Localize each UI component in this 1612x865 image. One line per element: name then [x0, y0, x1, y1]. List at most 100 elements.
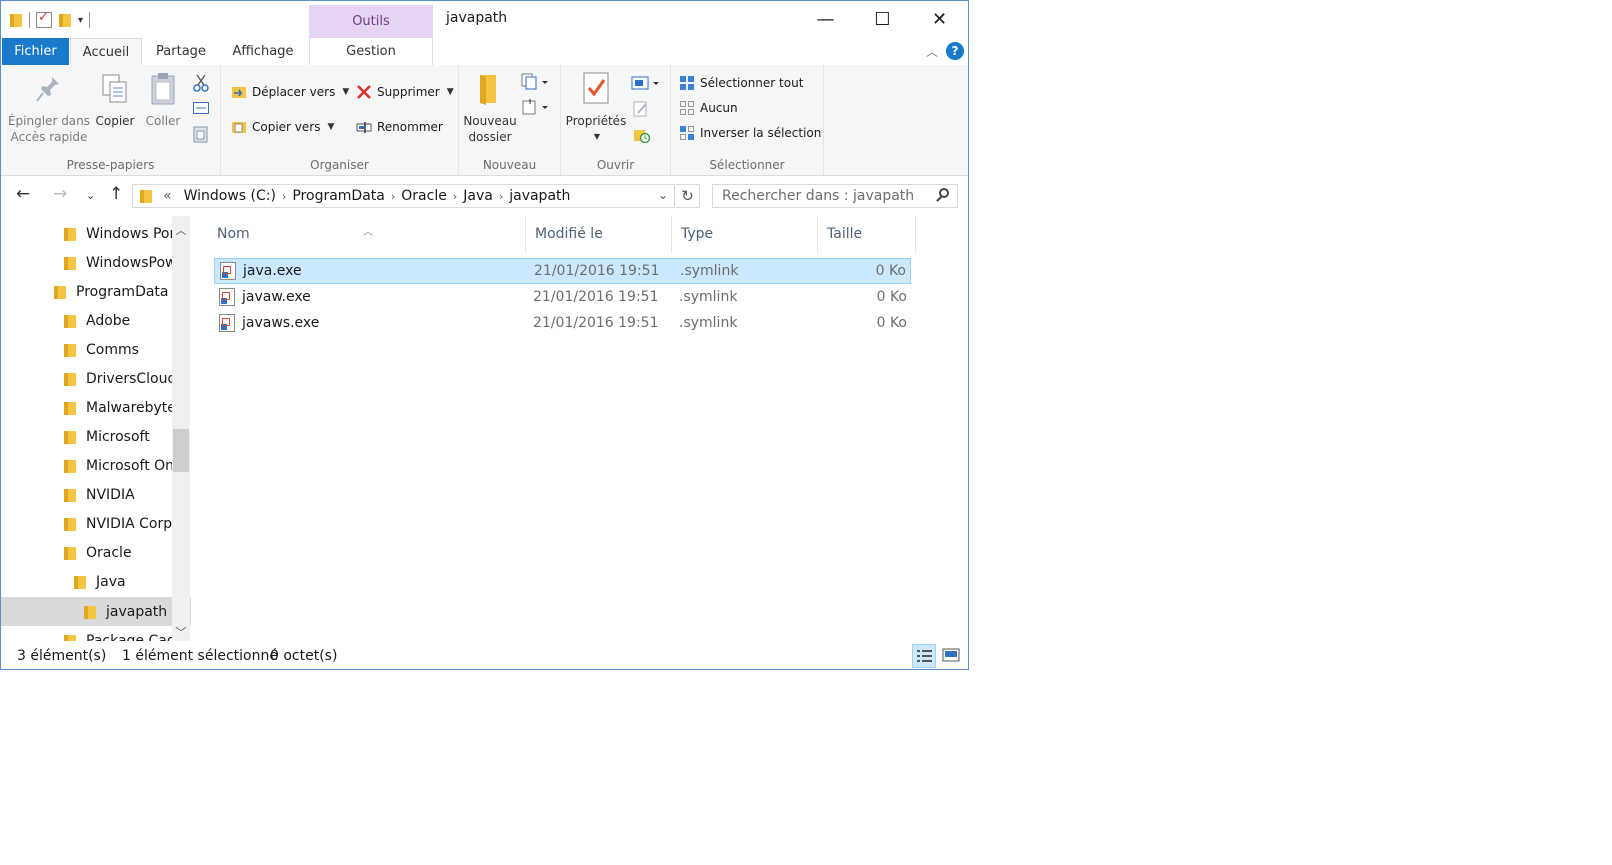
navigation-scrollbar[interactable]: ︿ ﹀ — [172, 216, 190, 641]
paste-shortcut-icon[interactable] — [193, 125, 209, 143]
minimize-button[interactable]: — — [797, 1, 854, 38]
close-button[interactable]: ✕ — [911, 1, 968, 38]
file-row[interactable]: javaw.exe 21/01/2016 19:51 .symlink 0 Ko — [214, 285, 911, 311]
breadcrumb-oracle[interactable]: Oracle — [401, 188, 447, 204]
pin-quick-access-button[interactable]: Épingler dans Accès rapide — [7, 71, 91, 145]
exe-file-icon — [220, 262, 236, 280]
up-arrow-icon[interactable]: ↑ — [109, 184, 123, 204]
breadcrumb-java[interactable]: Java — [463, 188, 493, 204]
properties-dropdown-icon[interactable]: ▼ — [566, 129, 628, 145]
tree-item-label: WindowsPow — [86, 254, 177, 271]
tab-gestion[interactable]: Gestion — [309, 38, 433, 65]
rename-button[interactable]: Renommer — [356, 117, 443, 137]
column-header-type[interactable]: Type — [672, 216, 818, 253]
tree-item-label: Microsoft One — [86, 457, 183, 474]
navigation-bar: ← → ⌄ ↑ « Windows (C:) › ProgramData › O… — [1, 176, 968, 216]
status-selection: 1 élément sélectionné — [122, 648, 278, 664]
delete-button[interactable]: Supprimer ▼ — [356, 82, 454, 102]
column-header-size[interactable]: Taille — [818, 216, 916, 253]
file-row[interactable]: javaws.exe 21/01/2016 19:51 .symlink 0 K… — [214, 311, 911, 337]
cut-icon[interactable] — [193, 74, 209, 92]
copy-button[interactable]: Copier — [93, 71, 137, 129]
easy-access-icon[interactable] — [521, 98, 551, 116]
tab-partage[interactable]: Partage — [145, 38, 217, 65]
tree-item-windowspow[interactable]: WindowsPow — [1, 248, 191, 277]
tree-item-windows-port[interactable]: Windows Port — [1, 219, 191, 248]
new-folder-icon[interactable] — [58, 12, 72, 28]
tree-item-java[interactable]: Java — [1, 567, 191, 596]
file-size: 0 Ko — [875, 263, 906, 279]
select-none-button[interactable]: Aucun — [679, 98, 738, 118]
tab-affichage[interactable]: Affichage — [223, 38, 303, 65]
quick-access-toolbar: ▾ — [9, 9, 91, 31]
large-icons-view-icon — [942, 648, 960, 662]
breadcrumb-javapath[interactable]: javapath — [509, 188, 570, 204]
copy-path-icon[interactable] — [193, 101, 209, 115]
copy-to-dropdown-icon[interactable]: ▼ — [327, 122, 334, 132]
tree-item-javapath[interactable]: javapath — [1, 597, 191, 626]
breadcrumb-chevron-right-icon[interactable]: › — [391, 190, 395, 203]
tree-item-nvidia[interactable]: NVIDIA — [1, 480, 191, 509]
tree-item-programdata[interactable]: ProgramData — [1, 277, 191, 306]
new-folder-button[interactable]: Nouveau dossier — [461, 71, 519, 145]
column-header-modified[interactable]: Modifié le — [526, 216, 672, 253]
tree-item-microsoft[interactable]: Microsoft — [1, 422, 191, 451]
tree-item-label: ProgramData — [76, 283, 169, 300]
navigation-pane: Windows Port WindowsPow ProgramData Adob… — [1, 216, 191, 641]
refresh-icon[interactable]: ↻ — [676, 184, 700, 208]
help-icon[interactable]: ? — [946, 42, 964, 60]
recent-locations-chevron-down-icon[interactable]: ⌄ — [86, 189, 95, 202]
move-to-dropdown-icon[interactable]: ▼ — [342, 87, 349, 97]
forward-arrow-icon[interactable]: → — [53, 184, 67, 204]
properties-icon[interactable] — [36, 10, 52, 28]
search-icon[interactable] — [939, 188, 949, 198]
tree-item-package-cach[interactable]: Package Cach — [1, 626, 191, 641]
breadcrumb-chevron-right-icon[interactable]: › — [453, 190, 457, 203]
customize-toolbar-chevron-down-icon[interactable]: ▾ — [78, 15, 83, 26]
window-title: javapath — [446, 10, 508, 26]
tree-item-adobe[interactable]: Adobe — [1, 306, 191, 335]
scroll-up-chevron-icon[interactable]: ︿ — [172, 222, 190, 238]
explorer-window: ▾ Outils d'application javapath — ☐ ✕ Fi… — [0, 0, 969, 670]
breadcrumb-chevron-right-icon[interactable]: › — [499, 190, 503, 203]
tab-accueil[interactable]: Accueil — [70, 38, 142, 65]
select-all-button[interactable]: Sélectionner tout — [679, 73, 803, 93]
breadcrumb-windows-c[interactable]: Windows (C:) — [184, 188, 276, 204]
file-row[interactable]: java.exe 21/01/2016 19:51 .symlink 0 Ko — [214, 258, 911, 284]
breadcrumb-chevron-right-icon[interactable]: › — [282, 190, 286, 203]
history-icon[interactable] — [633, 127, 651, 144]
large-icons-view-button[interactable] — [940, 644, 964, 668]
new-item-icon[interactable] — [521, 73, 551, 91]
maximize-button[interactable]: ☐ — [854, 1, 911, 38]
address-overflow[interactable]: « — [163, 188, 172, 204]
tree-item-malwarebytes[interactable]: Malwarebytes — [1, 393, 191, 422]
scroll-down-chevron-icon[interactable]: ﹀ — [172, 624, 190, 640]
address-history-chevron-down-icon[interactable]: ⌄ — [658, 188, 668, 202]
delete-dropdown-icon[interactable]: ▼ — [447, 87, 454, 97]
move-to-label: Déplacer vers — [252, 85, 336, 99]
paste-button[interactable]: Coller — [141, 71, 185, 129]
properties-button[interactable]: Propriétés ▼ — [564, 71, 628, 145]
tree-item-driverscloud[interactable]: DriversCloud. — [1, 364, 191, 393]
breadcrumb-programdata[interactable]: ProgramData — [292, 188, 385, 204]
copy-to-button[interactable]: Copier vers ▼ — [231, 117, 334, 137]
edit-icon[interactable] — [633, 101, 649, 117]
tab-fichier[interactable]: Fichier — [2, 38, 69, 65]
tree-item-comms[interactable]: Comms — [1, 335, 191, 364]
back-arrow-icon[interactable]: ← — [16, 184, 30, 204]
tree-item-microsoft-one[interactable]: Microsoft One — [1, 451, 191, 480]
invert-selection-button[interactable]: Inverser la sélection — [679, 123, 821, 143]
collapse-ribbon-chevron-up-icon[interactable]: ︿ — [926, 43, 938, 60]
column-header-name[interactable]: Nom ︿ — [208, 216, 526, 253]
address-bar[interactable]: « Windows (C:) › ProgramData › Oracle › … — [132, 184, 675, 208]
move-to-button[interactable]: Déplacer vers ▼ — [231, 82, 349, 102]
scrollbar-thumb[interactable] — [173, 429, 189, 472]
folder-icon — [63, 371, 77, 387]
folder-icon — [63, 545, 77, 561]
search-input[interactable]: Rechercher dans : javapath — [712, 184, 958, 208]
tree-item-oracle[interactable]: Oracle — [1, 538, 191, 567]
open-icon[interactable] — [631, 75, 663, 91]
file-size: 0 Ko — [876, 289, 907, 305]
tree-item-nvidia-corpo[interactable]: NVIDIA Corpo — [1, 509, 191, 538]
details-view-button[interactable] — [912, 644, 936, 668]
